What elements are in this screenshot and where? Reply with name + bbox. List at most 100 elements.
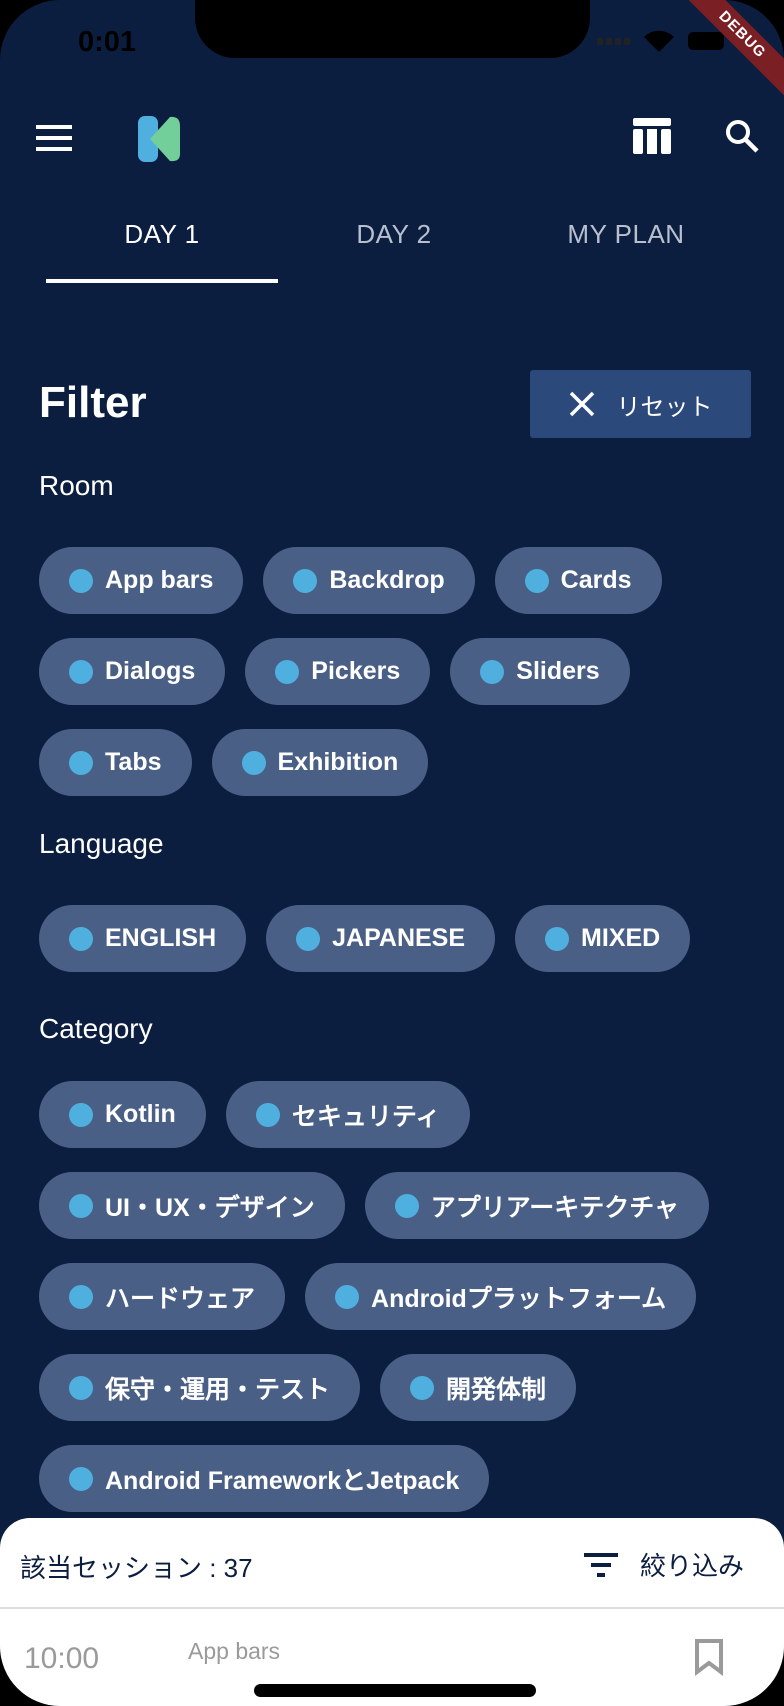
filter-chip[interactable]: Cards (494, 547, 662, 614)
filter-chip[interactable]: アプリアーキテクチャ (364, 1172, 709, 1239)
chip-row: ハードウェア Androidプラットフォーム (39, 1263, 697, 1330)
chip-dot-icon (293, 568, 318, 593)
chip-dot-icon (410, 1375, 435, 1400)
close-icon (569, 391, 594, 417)
chip-label: App bars (105, 566, 214, 594)
chip-dot-icon (255, 1102, 280, 1127)
menu-icon (36, 125, 72, 151)
app-logo (136, 116, 182, 162)
filter-chip[interactable]: UI・UX・デザイン (39, 1172, 345, 1239)
tab-day-2[interactable]: DAY 2 (278, 210, 510, 258)
chip-dot-icon (69, 926, 93, 951)
session-time: 10:00 (24, 1642, 100, 1675)
chip-dot-icon (524, 568, 549, 593)
chip-dot-icon (69, 1466, 93, 1491)
chip-dot-icon (69, 1102, 93, 1127)
filter-chip[interactable]: Androidプラットフォーム (305, 1263, 697, 1330)
logo-icon (138, 116, 180, 162)
filter-chip[interactable]: Backdrop (263, 547, 475, 614)
app-bar (0, 110, 784, 166)
session-room: App bars (188, 1638, 281, 1664)
filter-chip[interactable]: 開発体制 (380, 1354, 577, 1421)
section-label-language: Language (39, 828, 164, 859)
reset-button[interactable]: リセット (530, 370, 751, 438)
chip-row: Kotlin セキュリティ (39, 1081, 471, 1148)
battery-icon (688, 32, 724, 50)
chip-label: UI・UX・デザイン (105, 1193, 315, 1222)
search-button[interactable] (722, 116, 762, 156)
chip-label: セキュリティ (291, 1102, 441, 1131)
chip-dot-icon (545, 926, 570, 951)
chip-label: アプリアーキテクチャ (430, 1193, 679, 1222)
filter-chip[interactable]: JAPANESE (266, 905, 496, 972)
chip-row: Tabs Exhibition (39, 729, 429, 796)
chip-dot-icon (480, 659, 505, 684)
filter-chip[interactable]: 保守・運用・テスト (39, 1354, 361, 1421)
section-label-category: Category (39, 1013, 153, 1044)
chip-label: ハードウェア (105, 1284, 256, 1313)
chip-dot-icon (335, 1284, 360, 1309)
filter-chip[interactable]: Exhibition (211, 729, 429, 796)
chip-row: App bars Backdrop Cards (39, 547, 662, 614)
chip-label: 保守・運用・テスト (105, 1375, 331, 1404)
status-time: 0:01 (78, 26, 137, 58)
section-label-room: Room (39, 470, 114, 501)
timetable-button[interactable] (632, 116, 672, 156)
chip-dot-icon (275, 659, 300, 684)
tab-indicator (46, 279, 278, 283)
chip-dot-icon (69, 568, 93, 593)
chip-label: Tabs (105, 748, 162, 776)
chip-dot-icon (69, 1193, 93, 1218)
filter-chip[interactable]: セキュリティ (225, 1081, 471, 1148)
timetable-icon (633, 118, 671, 154)
chip-label: JAPANESE (332, 924, 466, 952)
chip-dot-icon (241, 750, 266, 775)
tab-my-plan[interactable]: MY PLAN (510, 210, 742, 258)
chip-label: Dialogs (105, 657, 196, 685)
wifi-icon (644, 30, 674, 52)
home-indicator[interactable] (254, 1684, 536, 1697)
divider (0, 1607, 784, 1609)
chip-label: Cards (560, 566, 632, 594)
reset-label: リセット (616, 393, 713, 421)
filter-title: Filter (39, 378, 147, 427)
status-icons (597, 30, 724, 52)
session-count: 該当セッション : 37 (20, 1553, 253, 1583)
filter-icon (583, 1552, 618, 1577)
menu-button[interactable] (30, 118, 78, 158)
chip-dot-icon (394, 1193, 419, 1218)
chip-label: Exhibition (277, 748, 399, 776)
filter-chip[interactable]: Android FrameworkとJetpack (39, 1445, 490, 1512)
chip-label: Kotlin (105, 1100, 176, 1128)
filter-chip[interactable]: Tabs (39, 729, 192, 796)
chip-row: UI・UX・デザイン アプリアーキテクチャ (39, 1172, 709, 1239)
chip-label: Sliders (516, 657, 600, 685)
filter-chip[interactable]: Pickers (245, 638, 431, 705)
filter-chip[interactable]: ENGLISH (39, 905, 247, 972)
chip-row: 保守・運用・テスト 開発体制 (39, 1354, 577, 1421)
filter-chip[interactable]: MIXED (515, 905, 691, 972)
filter-chip[interactable]: Sliders (450, 638, 630, 705)
chip-row: ENGLISH JAPANESE MIXED (39, 905, 691, 972)
filter-chip[interactable]: Dialogs (39, 638, 226, 705)
chip-label: 開発体制 (446, 1375, 547, 1404)
filter-chip[interactable]: App bars (39, 547, 244, 614)
bookmark-button[interactable] (694, 1638, 724, 1681)
filter-chip[interactable]: ハードウェア (39, 1263, 286, 1330)
chip-dot-icon (296, 926, 321, 951)
chip-label: ENGLISH (105, 924, 217, 952)
filter-chip[interactable]: Kotlin (39, 1081, 206, 1148)
chip-label: Android FrameworkとJetpack (105, 1466, 460, 1495)
chip-dot-icon (69, 1375, 93, 1400)
bookmark-icon (695, 1639, 723, 1676)
search-icon (726, 120, 759, 153)
chip-dot-icon (69, 1284, 93, 1309)
chip-row: Android FrameworkとJetpack (39, 1445, 490, 1512)
tab-day-1[interactable]: DAY 1 (46, 210, 278, 258)
chip-label: Pickers (311, 657, 401, 685)
notch (195, 0, 590, 58)
chip-label: MIXED (581, 924, 661, 952)
chip-dot-icon (69, 750, 93, 775)
narrow-button[interactable]: 絞り込み (583, 1546, 744, 1583)
screen: 0:01 DEBUG DAY 1 DAY 2 MY PLAN Filter リセ… (0, 0, 784, 1706)
